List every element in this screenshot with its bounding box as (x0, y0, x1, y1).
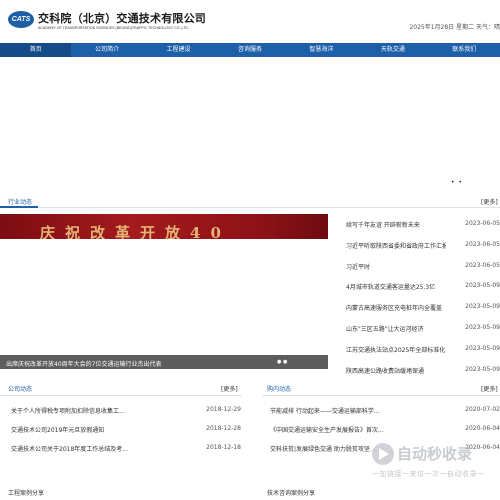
banner-caption[interactable]: 出席庆祝改革开放40周年大会的7位交通运输行业杰出代表 (6, 359, 161, 368)
list-item[interactable]: 续写千年友谊 开辟崭新未来 2023-06-05 (346, 220, 500, 241)
news-date: 2018-12-28 (206, 425, 241, 432)
industry-more-link[interactable]: [更多] (481, 197, 498, 206)
news-title[interactable]: 习近平听取陕西省委和省政府工作汇报 (346, 241, 446, 250)
news-title[interactable]: 陕西高速公路收费站缓堵保通 (346, 366, 446, 375)
watermark-title: 自动秒收录 (397, 445, 473, 463)
news-date: 2023-06-05 (465, 261, 500, 269)
nav-item-rail-transit[interactable]: 天轨交通 (357, 43, 428, 57)
industry-divider (0, 207, 500, 208)
news-date: 2023-05-09 (465, 323, 500, 331)
news-title[interactable]: 交通技术公司2019年元旦放假通知 (11, 425, 171, 434)
news-date: 2020-06-04 (465, 425, 500, 432)
banner-pager-dots[interactable]: ● ● (277, 359, 287, 365)
news-title[interactable]: 山东"三区五路"让大运河经济 (346, 324, 446, 333)
main-nav: 首页 公司简介 工程建设 咨询服务 智慧海洋 天轨交通 联系我们 (0, 43, 500, 57)
news-date: 2023-05-09 (465, 344, 500, 352)
list-item[interactable]: 内蒙古高速服务区充电桩年内全覆盖 2023-05-09 (346, 303, 500, 324)
news-date: 2023-05-09 (465, 282, 500, 290)
list-item[interactable]: 陕西高速公路收费站缓堵保通 2023-05-09 (346, 366, 500, 387)
company-english-name: ACADEMY OF TRANSPORTATION SCIENCES (BEIJ… (38, 26, 190, 30)
news-title[interactable]: 《中国交通运输安全生产发展报告》首次... (270, 425, 430, 434)
news-date: 2018-12-29 (206, 406, 241, 413)
company-logo[interactable]: CATS (8, 11, 34, 28)
banner-red-band: 庆祝改革开放40 (0, 214, 328, 242)
news-date: 2018-12-18 (206, 444, 241, 451)
company-news-list: 关于个人所得税专项附加扣除信息收集工... 2018-12-29 交通技术公司20… (11, 406, 241, 463)
watermark-overlay: 自动秒收录 一加链接一来访一次一自动收录一 (372, 443, 490, 483)
news-title[interactable]: 关于个人所得税专项附加扣除信息收集工... (11, 406, 171, 415)
industry-accent-bar (0, 206, 38, 208)
site-header: CATS 交科院（北京）交通技术有限公司 ACADEMY OF TRANSPOR… (0, 0, 500, 42)
news-title[interactable]: 续写千年友谊 开辟崭新未来 (346, 220, 446, 229)
news-title[interactable]: 4月城市轨道交通客运量达25.3亿 (346, 282, 446, 291)
news-title[interactable]: 内蒙古高速服务区充电桩年内全覆盖 (346, 303, 446, 312)
play-icon (372, 443, 394, 465)
news-date: 2023-05-09 (465, 303, 500, 311)
list-item[interactable]: 节能减排 行动起来——交通运输部科学... 2020-07-02 (270, 406, 500, 425)
news-title[interactable]: 交通技术公司关于2018年度工作总结及考... (11, 444, 171, 453)
news-date: 2023-05-09 (465, 365, 500, 373)
nav-item-smart-ocean[interactable]: 智慧海洋 (286, 43, 357, 57)
banner-image (0, 239, 328, 369)
industry-section-title: 行业动态 (8, 199, 33, 206)
nav-item-contact[interactable]: 联系我们 (429, 43, 500, 57)
nav-item-consulting[interactable]: 咨询服务 (214, 43, 285, 57)
list-item[interactable]: 关于个人所得税专项附加扣除信息收集工... 2018-12-29 (11, 406, 241, 425)
nav-item-home[interactable]: 首页 (0, 43, 72, 57)
list-item[interactable]: 《中国交通运输安全生产发展报告》首次... 2020-06-04 (270, 425, 500, 444)
news-date: 2020-07-02 (465, 406, 500, 413)
news-date: 2023-06-05 (465, 240, 500, 248)
company-section-title: 公司动态 (8, 386, 33, 393)
internal-more-link[interactable]: [更多] (481, 384, 498, 393)
news-date: 2023-06-05 (465, 220, 500, 227)
list-item[interactable]: 交通技术公司2019年元旦放假通知 2018-12-28 (11, 425, 241, 444)
engineering-cases-title: 工程案例分享 (8, 490, 45, 497)
consulting-cases-title: 技术咨询案例分享 (267, 490, 316, 497)
nav-item-engineering[interactable]: 工程建设 (143, 43, 214, 57)
list-item[interactable]: 习近平时 2023-06-05 (346, 262, 500, 283)
company-name: 交科院（北京）交通技术有限公司 (38, 12, 206, 25)
list-item[interactable]: 江苏交通执法站点2025年全部标准化 2023-05-09 (346, 345, 500, 366)
internal-section-title: 购内动态 (267, 386, 292, 393)
list-item[interactable]: 山东"三区五路"让大运河经济 2023-05-09 (346, 324, 500, 345)
watermark-subtitle: 一加链接一来访一次一自动收录一 (372, 470, 485, 478)
news-title[interactable]: 江苏交通执法站点2025年全部标准化 (346, 345, 446, 354)
date-weather: 2025年1月28日 星期二 天气：晴 (409, 24, 500, 31)
industry-news-list: 续写千年友谊 开辟崭新未来 2023-06-05 习近平听取陕西省委和省政府工作汇… (346, 220, 500, 386)
company-more-link[interactable]: [更多] (221, 384, 238, 393)
list-item[interactable]: 4月城市轨道交通客运量达25.3亿 2023-05-09 (346, 282, 500, 303)
news-title[interactable]: 节能减排 行动起来——交通运输部科学... (270, 406, 430, 415)
list-item[interactable]: 习近平听取陕西省委和省政府工作汇报 2023-06-05 (346, 241, 500, 262)
list-item[interactable]: 交通技术公司关于2018年度工作总结及考... 2018-12-18 (11, 444, 241, 463)
news-title[interactable]: 习近平时 (346, 262, 446, 271)
news-banner[interactable]: 庆祝改革开放40 出席庆祝改革开放40周年大会的7位交通运输行业杰出代表 (0, 214, 328, 369)
internal-divider (262, 395, 500, 396)
carousel-dots[interactable]: • • (451, 179, 463, 186)
company-divider (0, 395, 242, 396)
nav-item-about[interactable]: 公司简介 (71, 43, 142, 57)
